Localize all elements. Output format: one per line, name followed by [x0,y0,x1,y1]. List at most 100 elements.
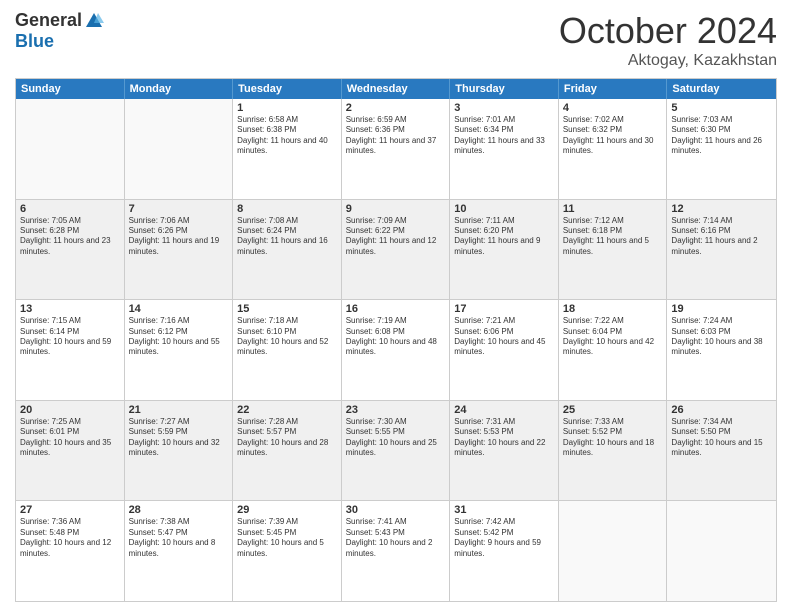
cell-info: Sunrise: 7:03 AM Sunset: 6:30 PM Dayligh… [671,115,772,157]
day-number: 18 [563,303,663,315]
calendar-cell: 9Sunrise: 7:09 AM Sunset: 6:22 PM Daylig… [342,200,451,300]
header-day-tuesday: Tuesday [233,79,342,99]
day-number: 12 [671,203,772,215]
day-number: 17 [454,303,554,315]
day-number: 8 [237,203,337,215]
day-number: 1 [237,102,337,114]
calendar-cell: 6Sunrise: 7:05 AM Sunset: 6:28 PM Daylig… [16,200,125,300]
calendar-row-1: 6Sunrise: 7:05 AM Sunset: 6:28 PM Daylig… [16,199,776,300]
cell-info: Sunrise: 7:42 AM Sunset: 5:42 PM Dayligh… [454,517,554,559]
calendar-cell: 28Sunrise: 7:38 AM Sunset: 5:47 PM Dayli… [125,501,234,601]
day-number: 27 [20,504,120,516]
calendar-cell: 22Sunrise: 7:28 AM Sunset: 5:57 PM Dayli… [233,401,342,501]
calendar-cell: 14Sunrise: 7:16 AM Sunset: 6:12 PM Dayli… [125,300,234,400]
calendar-cell: 13Sunrise: 7:15 AM Sunset: 6:14 PM Dayli… [16,300,125,400]
calendar-cell: 10Sunrise: 7:11 AM Sunset: 6:20 PM Dayli… [450,200,559,300]
calendar-cell: 17Sunrise: 7:21 AM Sunset: 6:06 PM Dayli… [450,300,559,400]
cell-info: Sunrise: 7:09 AM Sunset: 6:22 PM Dayligh… [346,216,446,258]
calendar-cell: 25Sunrise: 7:33 AM Sunset: 5:52 PM Dayli… [559,401,668,501]
header-day-sunday: Sunday [16,79,125,99]
cell-info: Sunrise: 7:14 AM Sunset: 6:16 PM Dayligh… [671,216,772,258]
calendar-cell [16,99,125,199]
day-number: 23 [346,404,446,416]
calendar-cell: 21Sunrise: 7:27 AM Sunset: 5:59 PM Dayli… [125,401,234,501]
calendar-header: SundayMondayTuesdayWednesdayThursdayFrid… [16,79,776,99]
calendar-cell: 20Sunrise: 7:25 AM Sunset: 6:01 PM Dayli… [16,401,125,501]
header-day-monday: Monday [125,79,234,99]
cell-info: Sunrise: 7:15 AM Sunset: 6:14 PM Dayligh… [20,316,120,358]
calendar-cell: 11Sunrise: 7:12 AM Sunset: 6:18 PM Dayli… [559,200,668,300]
cell-info: Sunrise: 7:08 AM Sunset: 6:24 PM Dayligh… [237,216,337,258]
day-number: 13 [20,303,120,315]
calendar-cell: 15Sunrise: 7:18 AM Sunset: 6:10 PM Dayli… [233,300,342,400]
day-number: 9 [346,203,446,215]
cell-info: Sunrise: 7:39 AM Sunset: 5:45 PM Dayligh… [237,517,337,559]
day-number: 14 [129,303,229,315]
cell-info: Sunrise: 6:59 AM Sunset: 6:36 PM Dayligh… [346,115,446,157]
calendar-cell [667,501,776,601]
cell-info: Sunrise: 7:36 AM Sunset: 5:48 PM Dayligh… [20,517,120,559]
calendar: SundayMondayTuesdayWednesdayThursdayFrid… [15,78,777,602]
calendar-cell: 30Sunrise: 7:41 AM Sunset: 5:43 PM Dayli… [342,501,451,601]
location-title: Aktogay, Kazakhstan [559,52,777,70]
day-number: 10 [454,203,554,215]
cell-info: Sunrise: 7:27 AM Sunset: 5:59 PM Dayligh… [129,417,229,459]
logo-icon [84,11,104,31]
day-number: 6 [20,203,120,215]
calendar-cell: 31Sunrise: 7:42 AM Sunset: 5:42 PM Dayli… [450,501,559,601]
calendar-cell: 23Sunrise: 7:30 AM Sunset: 5:55 PM Dayli… [342,401,451,501]
day-number: 21 [129,404,229,416]
calendar-cell: 24Sunrise: 7:31 AM Sunset: 5:53 PM Dayli… [450,401,559,501]
day-number: 3 [454,102,554,114]
day-number: 16 [346,303,446,315]
calendar-row-4: 27Sunrise: 7:36 AM Sunset: 5:48 PM Dayli… [16,500,776,601]
day-number: 11 [563,203,663,215]
logo-blue-text: Blue [15,31,54,52]
calendar-cell: 1Sunrise: 6:58 AM Sunset: 6:38 PM Daylig… [233,99,342,199]
cell-info: Sunrise: 7:33 AM Sunset: 5:52 PM Dayligh… [563,417,663,459]
day-number: 5 [671,102,772,114]
calendar-cell: 7Sunrise: 7:06 AM Sunset: 6:26 PM Daylig… [125,200,234,300]
cell-info: Sunrise: 6:58 AM Sunset: 6:38 PM Dayligh… [237,115,337,157]
calendar-row-2: 13Sunrise: 7:15 AM Sunset: 6:14 PM Dayli… [16,299,776,400]
calendar-cell: 3Sunrise: 7:01 AM Sunset: 6:34 PM Daylig… [450,99,559,199]
cell-info: Sunrise: 7:11 AM Sunset: 6:20 PM Dayligh… [454,216,554,258]
title-area: October 2024 Aktogay, Kazakhstan [559,10,777,70]
cell-info: Sunrise: 7:38 AM Sunset: 5:47 PM Dayligh… [129,517,229,559]
header-day-wednesday: Wednesday [342,79,451,99]
calendar-cell: 29Sunrise: 7:39 AM Sunset: 5:45 PM Dayli… [233,501,342,601]
day-number: 20 [20,404,120,416]
logo-general-text: General [15,10,82,31]
cell-info: Sunrise: 7:22 AM Sunset: 6:04 PM Dayligh… [563,316,663,358]
day-number: 25 [563,404,663,416]
calendar-cell: 26Sunrise: 7:34 AM Sunset: 5:50 PM Dayli… [667,401,776,501]
page: General Blue October 2024 Aktogay, Kazak… [0,0,792,612]
header-day-saturday: Saturday [667,79,776,99]
calendar-cell: 12Sunrise: 7:14 AM Sunset: 6:16 PM Dayli… [667,200,776,300]
day-number: 19 [671,303,772,315]
header-day-thursday: Thursday [450,79,559,99]
calendar-row-3: 20Sunrise: 7:25 AM Sunset: 6:01 PM Dayli… [16,400,776,501]
calendar-row-0: 1Sunrise: 6:58 AM Sunset: 6:38 PM Daylig… [16,99,776,199]
calendar-cell: 16Sunrise: 7:19 AM Sunset: 6:08 PM Dayli… [342,300,451,400]
day-number: 4 [563,102,663,114]
header: General Blue October 2024 Aktogay, Kazak… [15,10,777,70]
day-number: 28 [129,504,229,516]
cell-info: Sunrise: 7:16 AM Sunset: 6:12 PM Dayligh… [129,316,229,358]
calendar-cell: 27Sunrise: 7:36 AM Sunset: 5:48 PM Dayli… [16,501,125,601]
cell-info: Sunrise: 7:18 AM Sunset: 6:10 PM Dayligh… [237,316,337,358]
cell-info: Sunrise: 7:30 AM Sunset: 5:55 PM Dayligh… [346,417,446,459]
day-number: 29 [237,504,337,516]
day-number: 26 [671,404,772,416]
calendar-cell: 18Sunrise: 7:22 AM Sunset: 6:04 PM Dayli… [559,300,668,400]
cell-info: Sunrise: 7:28 AM Sunset: 5:57 PM Dayligh… [237,417,337,459]
day-number: 15 [237,303,337,315]
calendar-cell [125,99,234,199]
day-number: 24 [454,404,554,416]
cell-info: Sunrise: 7:05 AM Sunset: 6:28 PM Dayligh… [20,216,120,258]
cell-info: Sunrise: 7:25 AM Sunset: 6:01 PM Dayligh… [20,417,120,459]
header-day-friday: Friday [559,79,668,99]
day-number: 7 [129,203,229,215]
cell-info: Sunrise: 7:19 AM Sunset: 6:08 PM Dayligh… [346,316,446,358]
day-number: 2 [346,102,446,114]
